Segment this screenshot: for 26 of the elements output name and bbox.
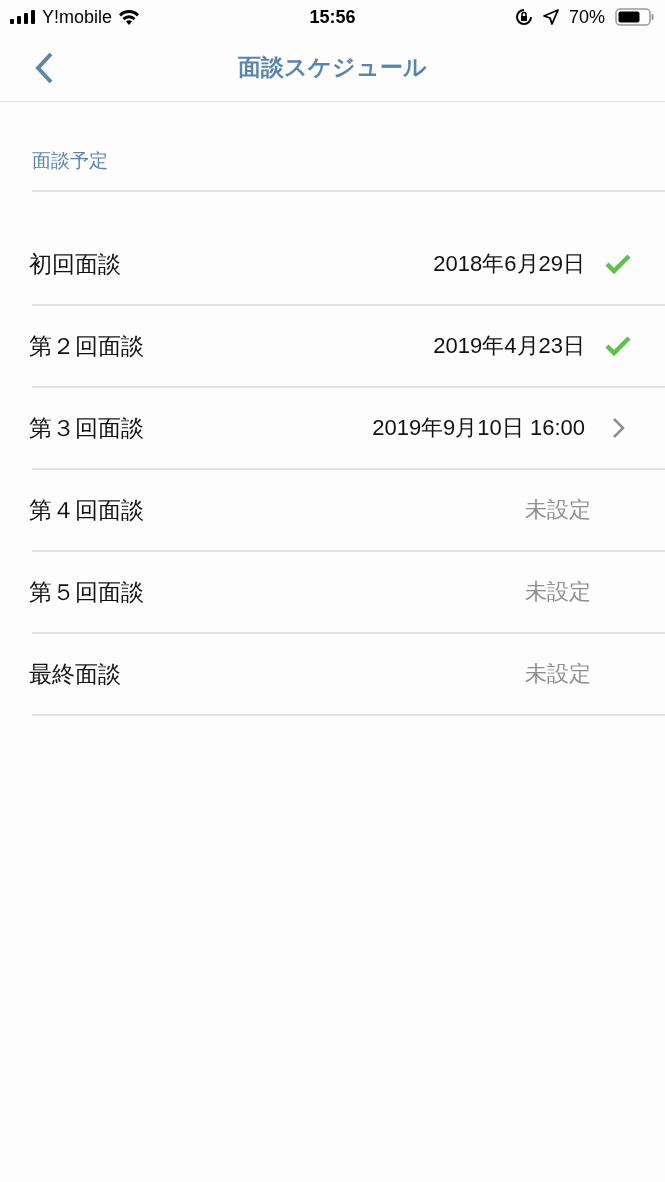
interview-label: 最終面談 <box>29 659 122 689</box>
interview-date: 未設定 <box>525 578 591 606</box>
schedule-row[interactable]: 第２回面談 2019年4月23日 <box>32 306 665 388</box>
battery-icon <box>615 8 655 26</box>
signal-icon <box>10 10 36 24</box>
battery-percentage: 70% <box>568 6 605 28</box>
carrier-name: Y!mobile <box>42 6 113 28</box>
interview-label: 第４回面談 <box>29 495 145 525</box>
schedule-row[interactable]: 第５回面談 未設定 <box>32 552 665 634</box>
clock-time: 15:56 <box>309 6 356 27</box>
schedule-row[interactable]: 第３回面談 2019年9月10日 16:00 <box>32 388 665 470</box>
screen-title: 面談スケジュール <box>238 53 427 82</box>
rotation-lock-icon <box>514 8 533 26</box>
interview-label: 初回面談 <box>29 249 122 279</box>
interview-date: 未設定 <box>525 660 591 688</box>
wifi-icon <box>118 9 141 25</box>
interview-label: 第２回面談 <box>29 331 145 361</box>
schedule-row[interactable]: 第４回面談 未設定 <box>32 470 665 552</box>
location-arrow-icon <box>542 9 559 25</box>
interview-label: 第３回面談 <box>29 413 145 443</box>
interview-date: 2019年9月10日 16:00 <box>372 414 585 442</box>
interview-date: 2018年6月29日 <box>433 250 585 278</box>
interview-label: 第５回面談 <box>29 577 145 607</box>
interview-date: 未設定 <box>525 496 591 524</box>
interview-date: 2019年4月23日 <box>433 332 585 360</box>
section-header: 面談予定 <box>32 149 108 173</box>
